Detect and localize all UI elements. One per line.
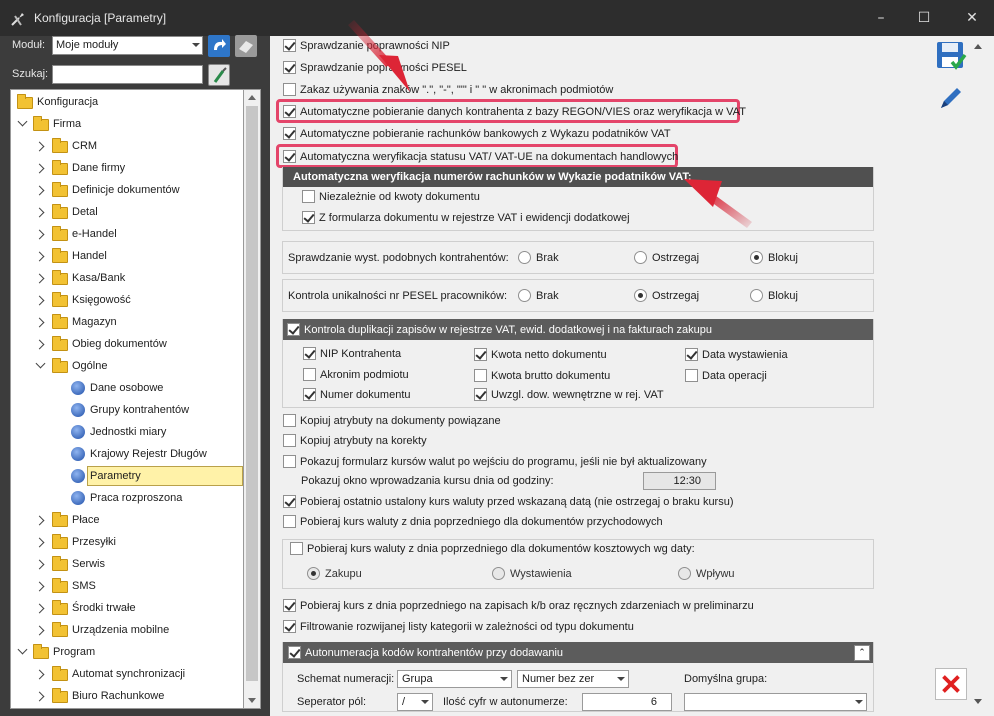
arrow-icon	[684, 179, 752, 228]
edit-button[interactable]	[935, 82, 967, 114]
main-scrollbar[interactable]	[970, 36, 986, 708]
scroll-up-icon[interactable]	[974, 44, 982, 49]
annotation-arrows	[348, 20, 752, 228]
close-icon	[942, 675, 960, 693]
cancel-button[interactable]	[935, 668, 967, 700]
scroll-down-icon[interactable]	[974, 699, 982, 704]
pen-icon	[941, 88, 961, 108]
floppy-disk-icon	[937, 42, 967, 70]
arrow-icon	[348, 20, 410, 92]
save-button[interactable]	[935, 40, 967, 72]
